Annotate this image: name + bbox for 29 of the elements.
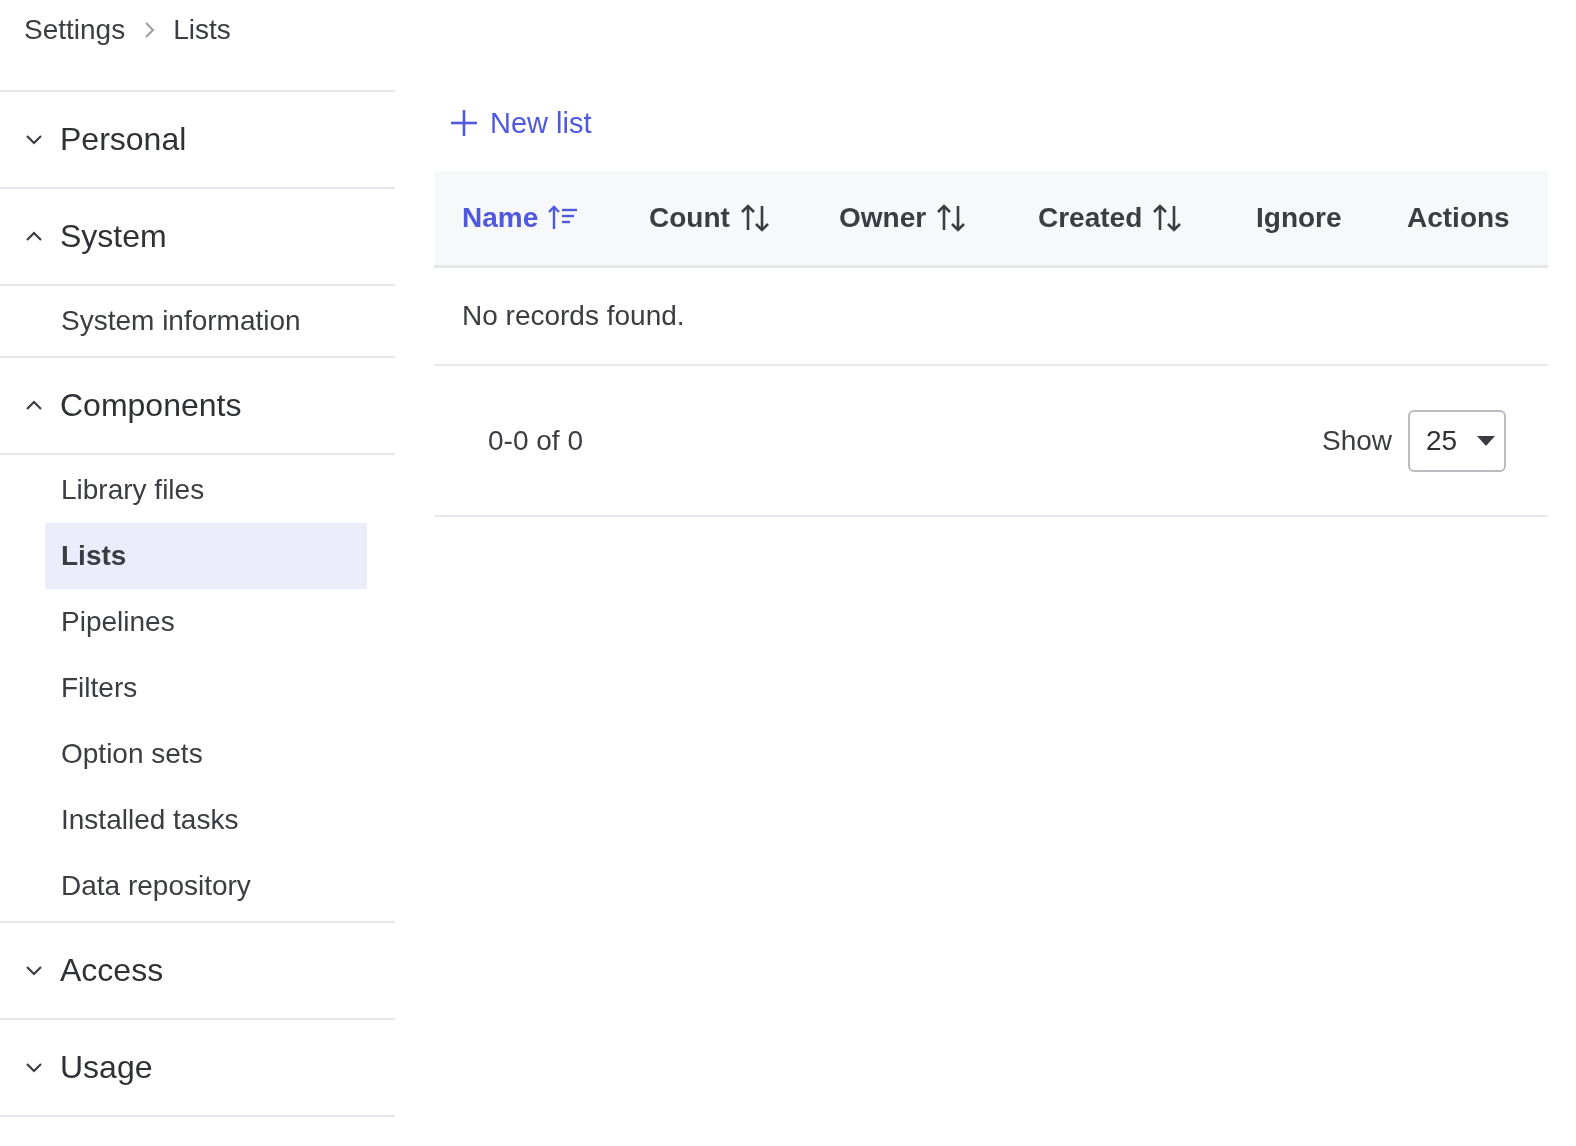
new-list-button[interactable]: New list [450, 93, 592, 153]
column-header[interactable]: Created [1038, 202, 1183, 234]
sidebar-item[interactable]: Filters [45, 655, 367, 721]
sidebar-item[interactable]: Lists [45, 523, 367, 589]
caret-down-icon [1476, 434, 1496, 447]
breadcrumb-link[interactable]: Settings [24, 14, 126, 46]
column-header: Actions [1407, 202, 1510, 234]
pagination-range: 0-0 of 0 [488, 424, 584, 457]
section-toggle[interactable]: Personal [0, 92, 395, 187]
column-header[interactable]: Count [649, 202, 770, 234]
empty-message: No records found. [462, 300, 685, 332]
plus-icon [450, 109, 478, 137]
section-toggle[interactable]: Components [0, 358, 395, 453]
section-toggle[interactable]: Access [0, 923, 395, 1018]
breadcrumb-current: Lists [173, 14, 231, 46]
section-toggle[interactable]: Usage [0, 1020, 395, 1115]
sidebar-item[interactable]: System information [45, 288, 367, 354]
chevron-right-icon [143, 20, 156, 40]
sidebar-item[interactable]: Data repository [45, 853, 367, 919]
sidebar-item[interactable]: Library files [45, 457, 367, 523]
sidebar-item[interactable]: Option sets [45, 721, 367, 787]
show-label: Show [1321, 424, 1392, 457]
column-header: Ignore [1256, 202, 1342, 234]
sidebar-item[interactable]: Installed tasks [45, 787, 367, 853]
sidebar-item[interactable]: Pipelines [45, 589, 367, 655]
page-size-select[interactable]: 25 [1408, 409, 1506, 472]
section-toggle[interactable]: System [0, 189, 395, 284]
column-header[interactable]: Name [462, 202, 579, 234]
column-header[interactable]: Owner [839, 202, 967, 234]
